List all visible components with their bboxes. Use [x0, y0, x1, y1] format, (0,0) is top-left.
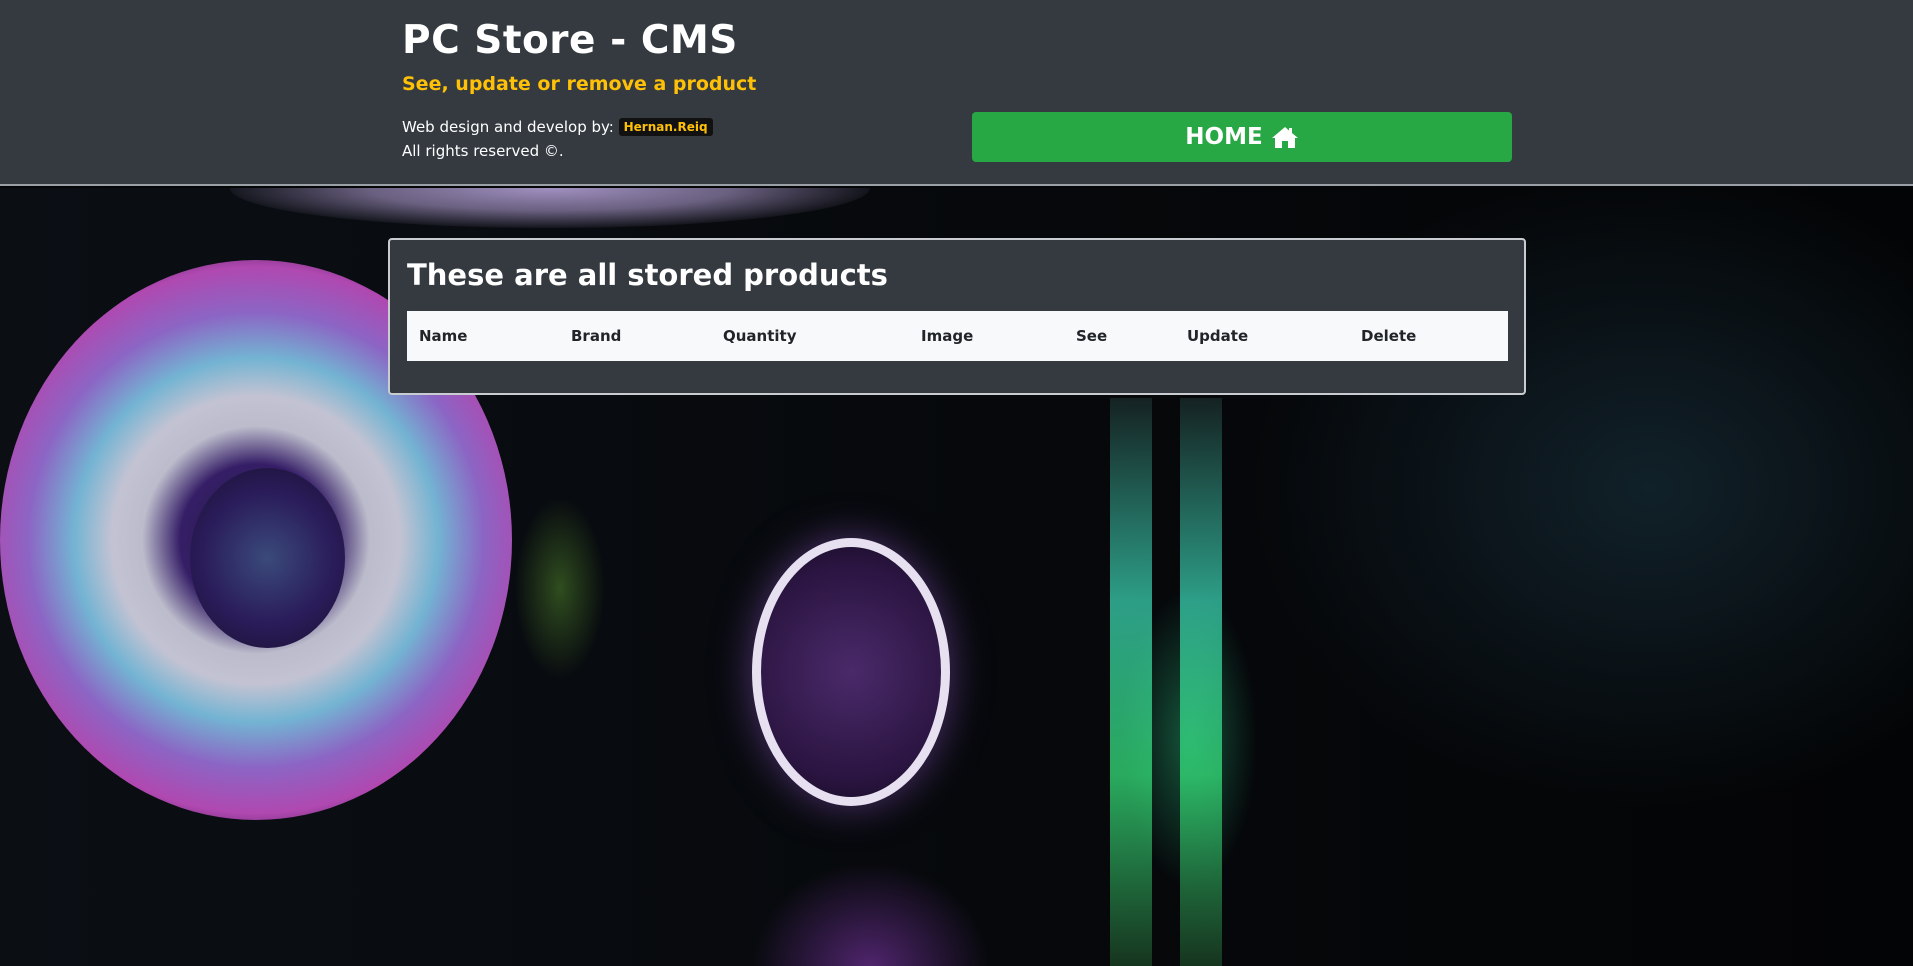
rights-text: All rights reserved ©. [402, 142, 564, 160]
products-panel: These are all stored products Name Brand… [388, 238, 1526, 395]
background-ram-stick [1180, 398, 1222, 966]
column-header-name: Name [419, 327, 468, 345]
table-header-row: Name Brand Quantity Image See Update Del… [407, 311, 1508, 361]
background-ram-stick [1110, 398, 1152, 966]
background-pump [752, 538, 950, 806]
column-header-update: Update [1187, 327, 1249, 345]
credits-prefix: Web design and develop by: [402, 118, 614, 136]
home-button[interactable]: HOME [972, 112, 1512, 162]
column-header-see: See [1076, 327, 1108, 345]
panel-title: These are all stored products [407, 258, 888, 292]
page-subtitle: See, update or remove a product [402, 73, 757, 95]
background-top-fan [230, 188, 870, 228]
site-title: PC Store - CMS [402, 18, 738, 63]
credits: Web design and develop by: Hernan.Reiq A… [402, 115, 713, 163]
column-header-image: Image [921, 327, 974, 345]
column-header-quantity: Quantity [723, 327, 797, 345]
table-head: Name Brand Quantity Image See Update Del… [407, 311, 1508, 361]
author-badge: Hernan.Reiq [618, 118, 713, 136]
home-icon [1271, 127, 1298, 148]
home-button-label: HOME [1185, 124, 1263, 150]
credits-line: Web design and develop by: Hernan.Reiq [402, 115, 713, 139]
products-table: Name Brand Quantity Image See Update Del… [407, 311, 1508, 361]
column-header-delete: Delete [1361, 327, 1417, 345]
column-header-brand: Brand [571, 327, 622, 345]
site-header: PC Store - CMS See, update or remove a p… [0, 0, 1913, 186]
background-fan-hub [190, 468, 345, 648]
